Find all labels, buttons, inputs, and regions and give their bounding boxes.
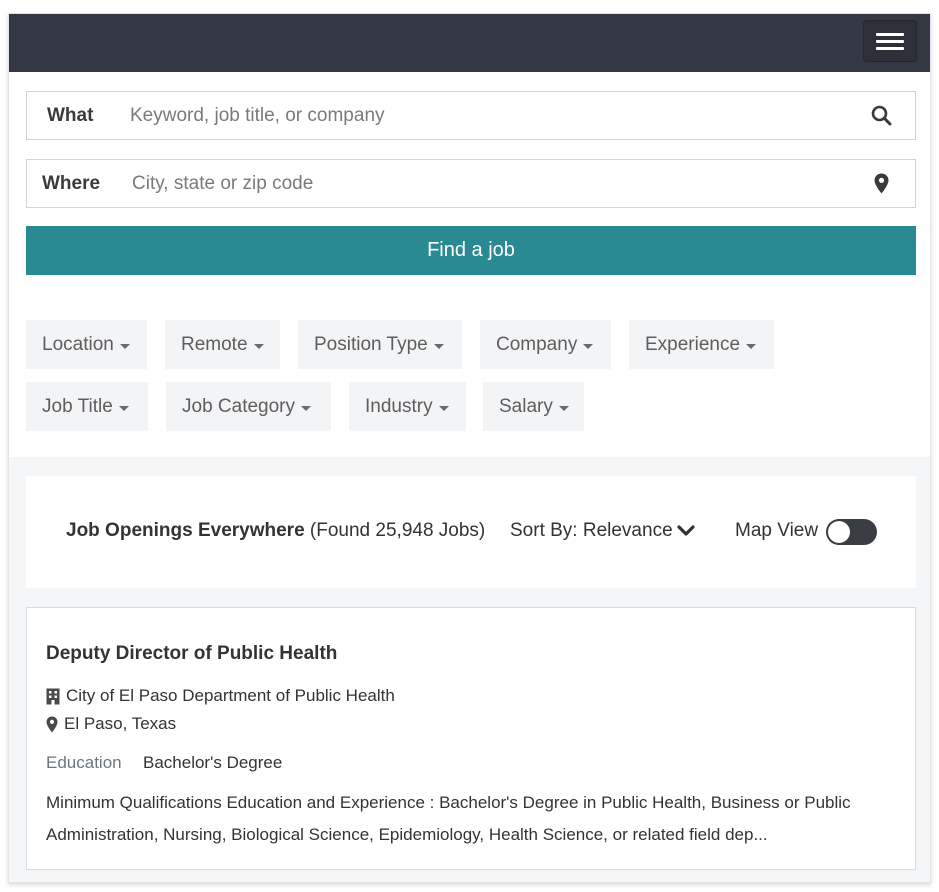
filter-location-label: Location: [42, 333, 114, 355]
filter-salary[interactable]: Salary: [483, 382, 584, 431]
filter-remote[interactable]: Remote: [165, 320, 280, 369]
filter-experience-label: Experience: [645, 333, 741, 355]
page-frame: What Where Find a job Location Remote Po…: [8, 13, 931, 883]
map-view-toggle[interactable]: [826, 519, 877, 545]
find-job-button[interactable]: Find a job: [26, 226, 916, 275]
job-description: Minimum Qualifications Education and Exp…: [46, 793, 851, 844]
results-count: (Found 25,948 Jobs): [309, 520, 486, 541]
job-card: Deputy Director of Public Health City of…: [26, 607, 916, 870]
filter-location[interactable]: Location: [26, 320, 147, 369]
map-view-label: Map View: [735, 520, 819, 541]
map-marker-icon: [46, 716, 58, 732]
where-label: Where: [42, 172, 101, 194]
job-title-link[interactable]: Deputy Director of Public Health: [46, 643, 337, 665]
filter-position-type[interactable]: Position Type: [298, 320, 462, 369]
caret-down-icon: [558, 405, 569, 411]
education-label: Education: [46, 753, 122, 772]
filter-experience[interactable]: Experience: [629, 320, 774, 369]
what-search-field: What: [26, 91, 916, 140]
hamburger-menu-icon[interactable]: [863, 20, 917, 62]
results-heading: Job Openings Everywhere (Found 25,948 Jo…: [66, 520, 485, 542]
filter-job-category-label: Job Category: [182, 395, 296, 417]
what-label: What: [47, 104, 94, 126]
filter-remote-label: Remote: [181, 333, 248, 355]
what-input[interactable]: [130, 92, 857, 139]
search-icon[interactable]: [857, 92, 905, 139]
caret-down-icon: [119, 343, 130, 349]
filter-industry-label: Industry: [365, 395, 433, 417]
filter-company[interactable]: Company: [480, 320, 611, 369]
filter-company-label: Company: [496, 333, 578, 355]
filter-job-title-label: Job Title: [42, 395, 113, 417]
job-location: El Paso, Texas: [46, 714, 176, 734]
caret-down-icon: [301, 405, 312, 411]
filter-salary-label: Salary: [499, 395, 553, 417]
caret-down-icon: [253, 343, 264, 349]
job-company: City of El Paso Department of Public Hea…: [46, 686, 395, 706]
filter-industry[interactable]: Industry: [349, 382, 466, 431]
sort-label: Sort By: Relevance: [510, 520, 673, 541]
caret-down-icon: [118, 405, 129, 411]
caret-down-icon: [746, 343, 757, 349]
caret-down-icon: [583, 343, 594, 349]
caret-down-icon: [433, 343, 444, 349]
caret-down-icon: [438, 405, 449, 411]
filter-position-type-label: Position Type: [314, 333, 428, 355]
results-heading-text: Job Openings Everywhere: [66, 520, 305, 541]
chevron-down-icon: [677, 525, 695, 536]
filter-job-title[interactable]: Job Title: [26, 382, 148, 431]
building-icon: [46, 688, 60, 704]
top-navbar: [9, 14, 930, 72]
where-search-field: Where: [26, 159, 916, 208]
toggle-knob: [828, 521, 850, 543]
sort-dropdown[interactable]: Sort By: Relevance: [510, 520, 695, 542]
results-header: Job Openings Everywhere (Found 25,948 Jo…: [26, 476, 916, 588]
where-input[interactable]: [132, 160, 857, 207]
map-pin-icon[interactable]: [857, 160, 905, 207]
job-location-text: El Paso, Texas: [64, 714, 177, 733]
job-company-name: City of El Paso Department of Public Hea…: [66, 686, 395, 705]
education-value: Bachelor's Degree: [143, 753, 283, 772]
filter-job-category[interactable]: Job Category: [166, 382, 331, 431]
